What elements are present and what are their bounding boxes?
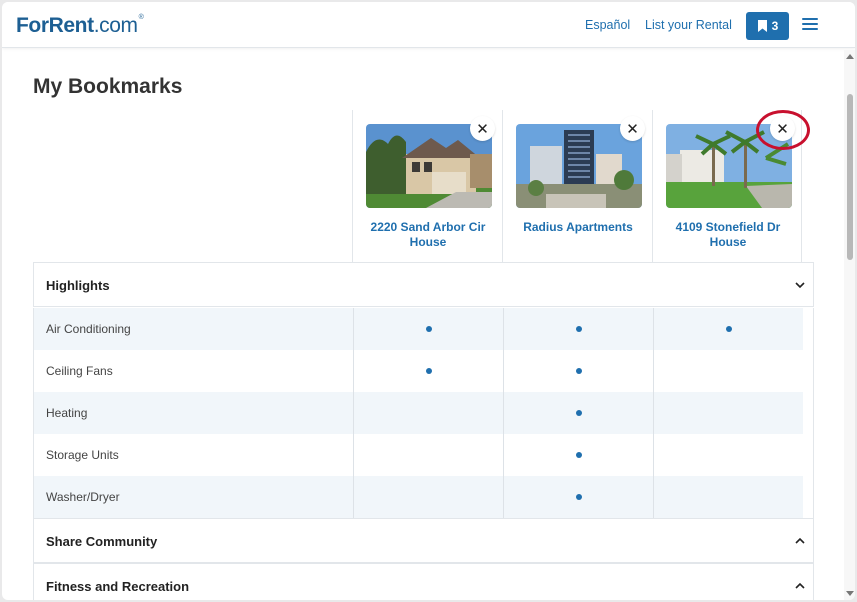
browser-window: ForRent.com® Español List your Rental 3 … bbox=[2, 2, 855, 600]
chevron-up-icon bbox=[795, 537, 805, 544]
logo-main: ForRent bbox=[16, 14, 94, 37]
forrent-logo[interactable]: ForRent.com® bbox=[16, 14, 144, 38]
vertical-scrollbar[interactable] bbox=[844, 50, 855, 600]
feature-dot bbox=[726, 326, 732, 332]
property-name-link[interactable]: 2220 Sand Arbor Cir House bbox=[353, 220, 503, 250]
section-title: Highlights bbox=[46, 278, 110, 293]
table-row: Heating bbox=[33, 392, 814, 434]
page-title: My Bookmarks bbox=[33, 75, 183, 98]
table-row: Ceiling Fans bbox=[33, 350, 814, 392]
row-label: Storage Units bbox=[46, 448, 119, 462]
feature-dot bbox=[576, 368, 582, 374]
espanol-link[interactable]: Español bbox=[585, 18, 630, 32]
annotation-circle bbox=[756, 110, 810, 150]
features-table: Air Conditioning Ceiling Fans Heating St… bbox=[33, 308, 814, 518]
property-columns: ✕ 2220 Sand Arbor Cir House ✕ Radius Apa… bbox=[352, 110, 802, 262]
row-label: Heating bbox=[46, 406, 88, 420]
section-highlights[interactable]: Highlights bbox=[33, 262, 814, 307]
section-share-community[interactable]: Share Community bbox=[33, 518, 814, 563]
property-type: House bbox=[409, 235, 447, 249]
site-header: ForRent.com® Español List your Rental 3 bbox=[2, 2, 855, 48]
feature-dot bbox=[426, 326, 432, 332]
section-fitness-recreation[interactable]: Fitness and Recreation bbox=[33, 563, 814, 600]
bookmark-icon bbox=[757, 20, 767, 32]
scroll-down-arrow-icon[interactable] bbox=[846, 591, 854, 596]
scroll-up-arrow-icon[interactable] bbox=[846, 54, 854, 59]
feature-dot bbox=[576, 494, 582, 500]
feature-dot bbox=[426, 368, 432, 374]
property-card: ✕ 2220 Sand Arbor Cir House bbox=[352, 110, 502, 262]
property-type: House bbox=[709, 235, 747, 249]
property-name-link[interactable]: 4109 Stonefield Dr House bbox=[653, 220, 803, 250]
property-address: 2220 Sand Arbor Cir bbox=[370, 220, 486, 234]
scrollbar-thumb[interactable] bbox=[847, 94, 853, 260]
row-label: Ceiling Fans bbox=[46, 364, 113, 378]
property-name-link[interactable]: Radius Apartments bbox=[503, 220, 653, 235]
bookmarks-button[interactable]: 3 bbox=[746, 12, 789, 40]
section-title: Share Community bbox=[46, 534, 158, 549]
property-address: Radius Apartments bbox=[523, 220, 633, 234]
feature-dot bbox=[576, 410, 582, 416]
logo-dotcom: .com bbox=[93, 14, 138, 37]
feature-dot bbox=[576, 452, 582, 458]
feature-dot bbox=[576, 326, 582, 332]
table-row: Washer/Dryer bbox=[33, 476, 814, 518]
list-rental-link[interactable]: List your Rental bbox=[645, 18, 732, 32]
property-card: ✕ Radius Apartments bbox=[502, 110, 652, 262]
hamburger-menu-icon[interactable] bbox=[802, 18, 818, 32]
table-row: Storage Units bbox=[33, 434, 814, 476]
row-label: Air Conditioning bbox=[46, 322, 131, 336]
remove-bookmark-button[interactable]: ✕ bbox=[470, 116, 495, 141]
property-address: 4109 Stonefield Dr bbox=[675, 220, 781, 234]
logo-reg: ® bbox=[138, 14, 144, 21]
row-label: Washer/Dryer bbox=[46, 490, 120, 504]
remove-bookmark-button[interactable]: ✕ bbox=[620, 116, 645, 141]
chevron-up-icon bbox=[795, 582, 805, 589]
section-title: Fitness and Recreation bbox=[46, 579, 190, 594]
table-row: Air Conditioning bbox=[33, 308, 814, 350]
chevron-down-icon bbox=[795, 282, 805, 289]
bookmark-count: 3 bbox=[771, 19, 779, 33]
